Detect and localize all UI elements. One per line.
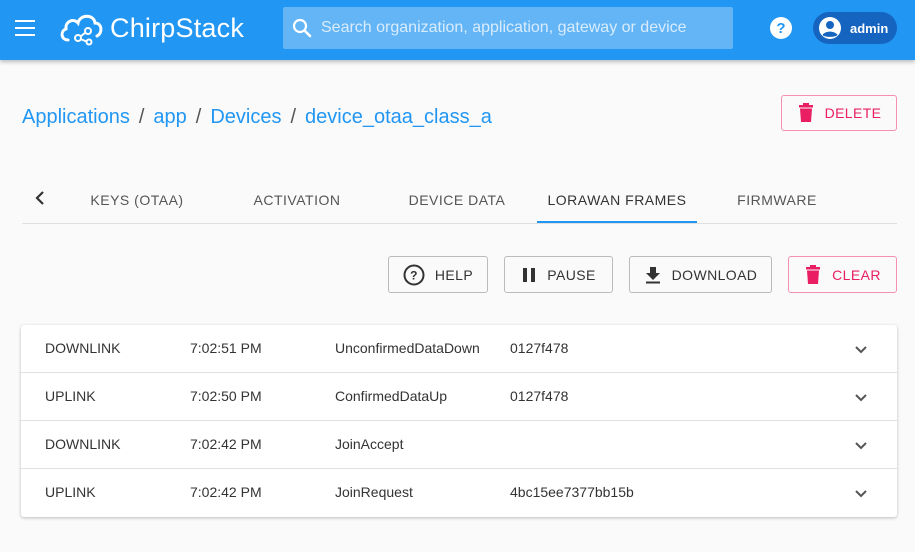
delete-icon <box>798 103 813 122</box>
frame-direction: UPLINK <box>45 484 96 500</box>
frame-dev-addr: 4bc15ee7377bb15b <box>510 484 634 500</box>
frame-row[interactable]: DOWNLINK 7:02:51 PM UnconfirmedDataDown … <box>21 325 897 373</box>
frame-type: UnconfirmedDataDown <box>335 340 480 356</box>
lorawan-frames-list: DOWNLINK 7:02:51 PM UnconfirmedDataDown … <box>21 325 897 517</box>
device-tabs: KEYS (OTAA) ACTIVATION DEVICE DATA LORAW… <box>22 176 897 224</box>
frame-type: JoinRequest <box>335 484 413 500</box>
chevron-down-icon[interactable] <box>849 481 873 505</box>
search-icon <box>292 18 312 38</box>
download-icon <box>645 266 660 283</box>
svg-text:?: ? <box>776 20 785 37</box>
chevron-down-icon[interactable] <box>849 385 873 409</box>
delete-device-button[interactable]: DELETE <box>781 95 897 131</box>
menu-icon[interactable] <box>15 20 35 36</box>
frame-dev-addr: 0127f478 <box>510 340 569 356</box>
pause-label: PAUSE <box>547 266 596 283</box>
frame-time: 7:02:42 PM <box>190 436 262 452</box>
frame-row[interactable]: DOWNLINK 7:02:42 PM JoinAccept <box>21 421 897 469</box>
breadcrumb-separator: / <box>138 106 145 128</box>
pause-icon <box>523 267 536 282</box>
account-circle-icon <box>819 17 841 39</box>
frame-time: 7:02:51 PM <box>190 340 262 356</box>
download-label: DOWNLOAD <box>671 266 758 283</box>
breadcrumb-app[interactable]: app <box>153 106 186 129</box>
frame-dev-addr: 0127f478 <box>510 388 569 404</box>
app-name: ChirpStack <box>110 12 245 43</box>
breadcrumb-separator: / <box>195 106 202 128</box>
chevron-down-icon[interactable] <box>849 337 873 361</box>
chirpstack-cloud-icon <box>60 14 103 46</box>
breadcrumb-device[interactable]: device_otaa_class_a <box>305 106 492 129</box>
tab-firmware[interactable]: FIRMWARE <box>697 176 857 223</box>
frame-type: ConfirmedDataUp <box>335 388 448 404</box>
clear-label: CLEAR <box>832 266 881 283</box>
pause-button[interactable]: PAUSE <box>504 256 613 293</box>
delete-icon <box>806 264 821 284</box>
breadcrumb-separator: / <box>290 106 297 128</box>
frame-direction: UPLINK <box>45 388 96 404</box>
download-button[interactable]: DOWNLOAD <box>629 256 772 293</box>
help-icon[interactable]: ? <box>769 16 793 40</box>
frame-direction: DOWNLINK <box>45 436 121 452</box>
clear-button[interactable]: CLEAR <box>788 256 897 293</box>
breadcrumb-devices[interactable]: Devices <box>210 106 281 129</box>
username-label: admin <box>850 20 889 36</box>
help-button[interactable]: ? HELP <box>388 256 488 293</box>
help-circle-icon: ? <box>403 264 425 285</box>
frame-direction: DOWNLINK <box>45 340 121 356</box>
delete-label: DELETE <box>824 105 882 121</box>
chevron-left-icon[interactable] <box>28 186 52 210</box>
tab-activation[interactable]: ACTIVATION <box>217 176 377 223</box>
breadcrumb-applications[interactable]: Applications <box>22 106 130 129</box>
help-label: HELP <box>434 266 474 283</box>
tab-device-data[interactable]: DEVICE DATA <box>377 176 537 223</box>
frame-type: JoinAccept <box>335 436 404 452</box>
search-input[interactable] <box>314 7 733 49</box>
logo[interactable]: ChirpStack <box>58 8 244 48</box>
user-menu-button[interactable]: admin <box>813 12 897 44</box>
svg-text:?: ? <box>410 268 418 282</box>
tab-lorawan-frames[interactable]: LORAWAN FRAMES <box>537 176 697 223</box>
frame-time: 7:02:42 PM <box>190 484 262 500</box>
frame-row[interactable]: UPLINK 7:02:50 PM ConfirmedDataUp 0127f4… <box>21 373 897 421</box>
chevron-down-icon[interactable] <box>849 433 873 457</box>
frame-row[interactable]: UPLINK 7:02:42 PM JoinRequest 4bc15ee737… <box>21 469 897 517</box>
tab-keys-otaa[interactable]: KEYS (OTAA) <box>57 176 217 223</box>
search-bar <box>283 7 733 49</box>
active-tab-indicator <box>537 221 697 223</box>
frame-time: 7:02:50 PM <box>190 388 262 404</box>
top-app-bar: ChirpStack ? admin <box>0 0 915 60</box>
breadcrumb: Applications / app / Devices / device_ot… <box>22 106 492 129</box>
